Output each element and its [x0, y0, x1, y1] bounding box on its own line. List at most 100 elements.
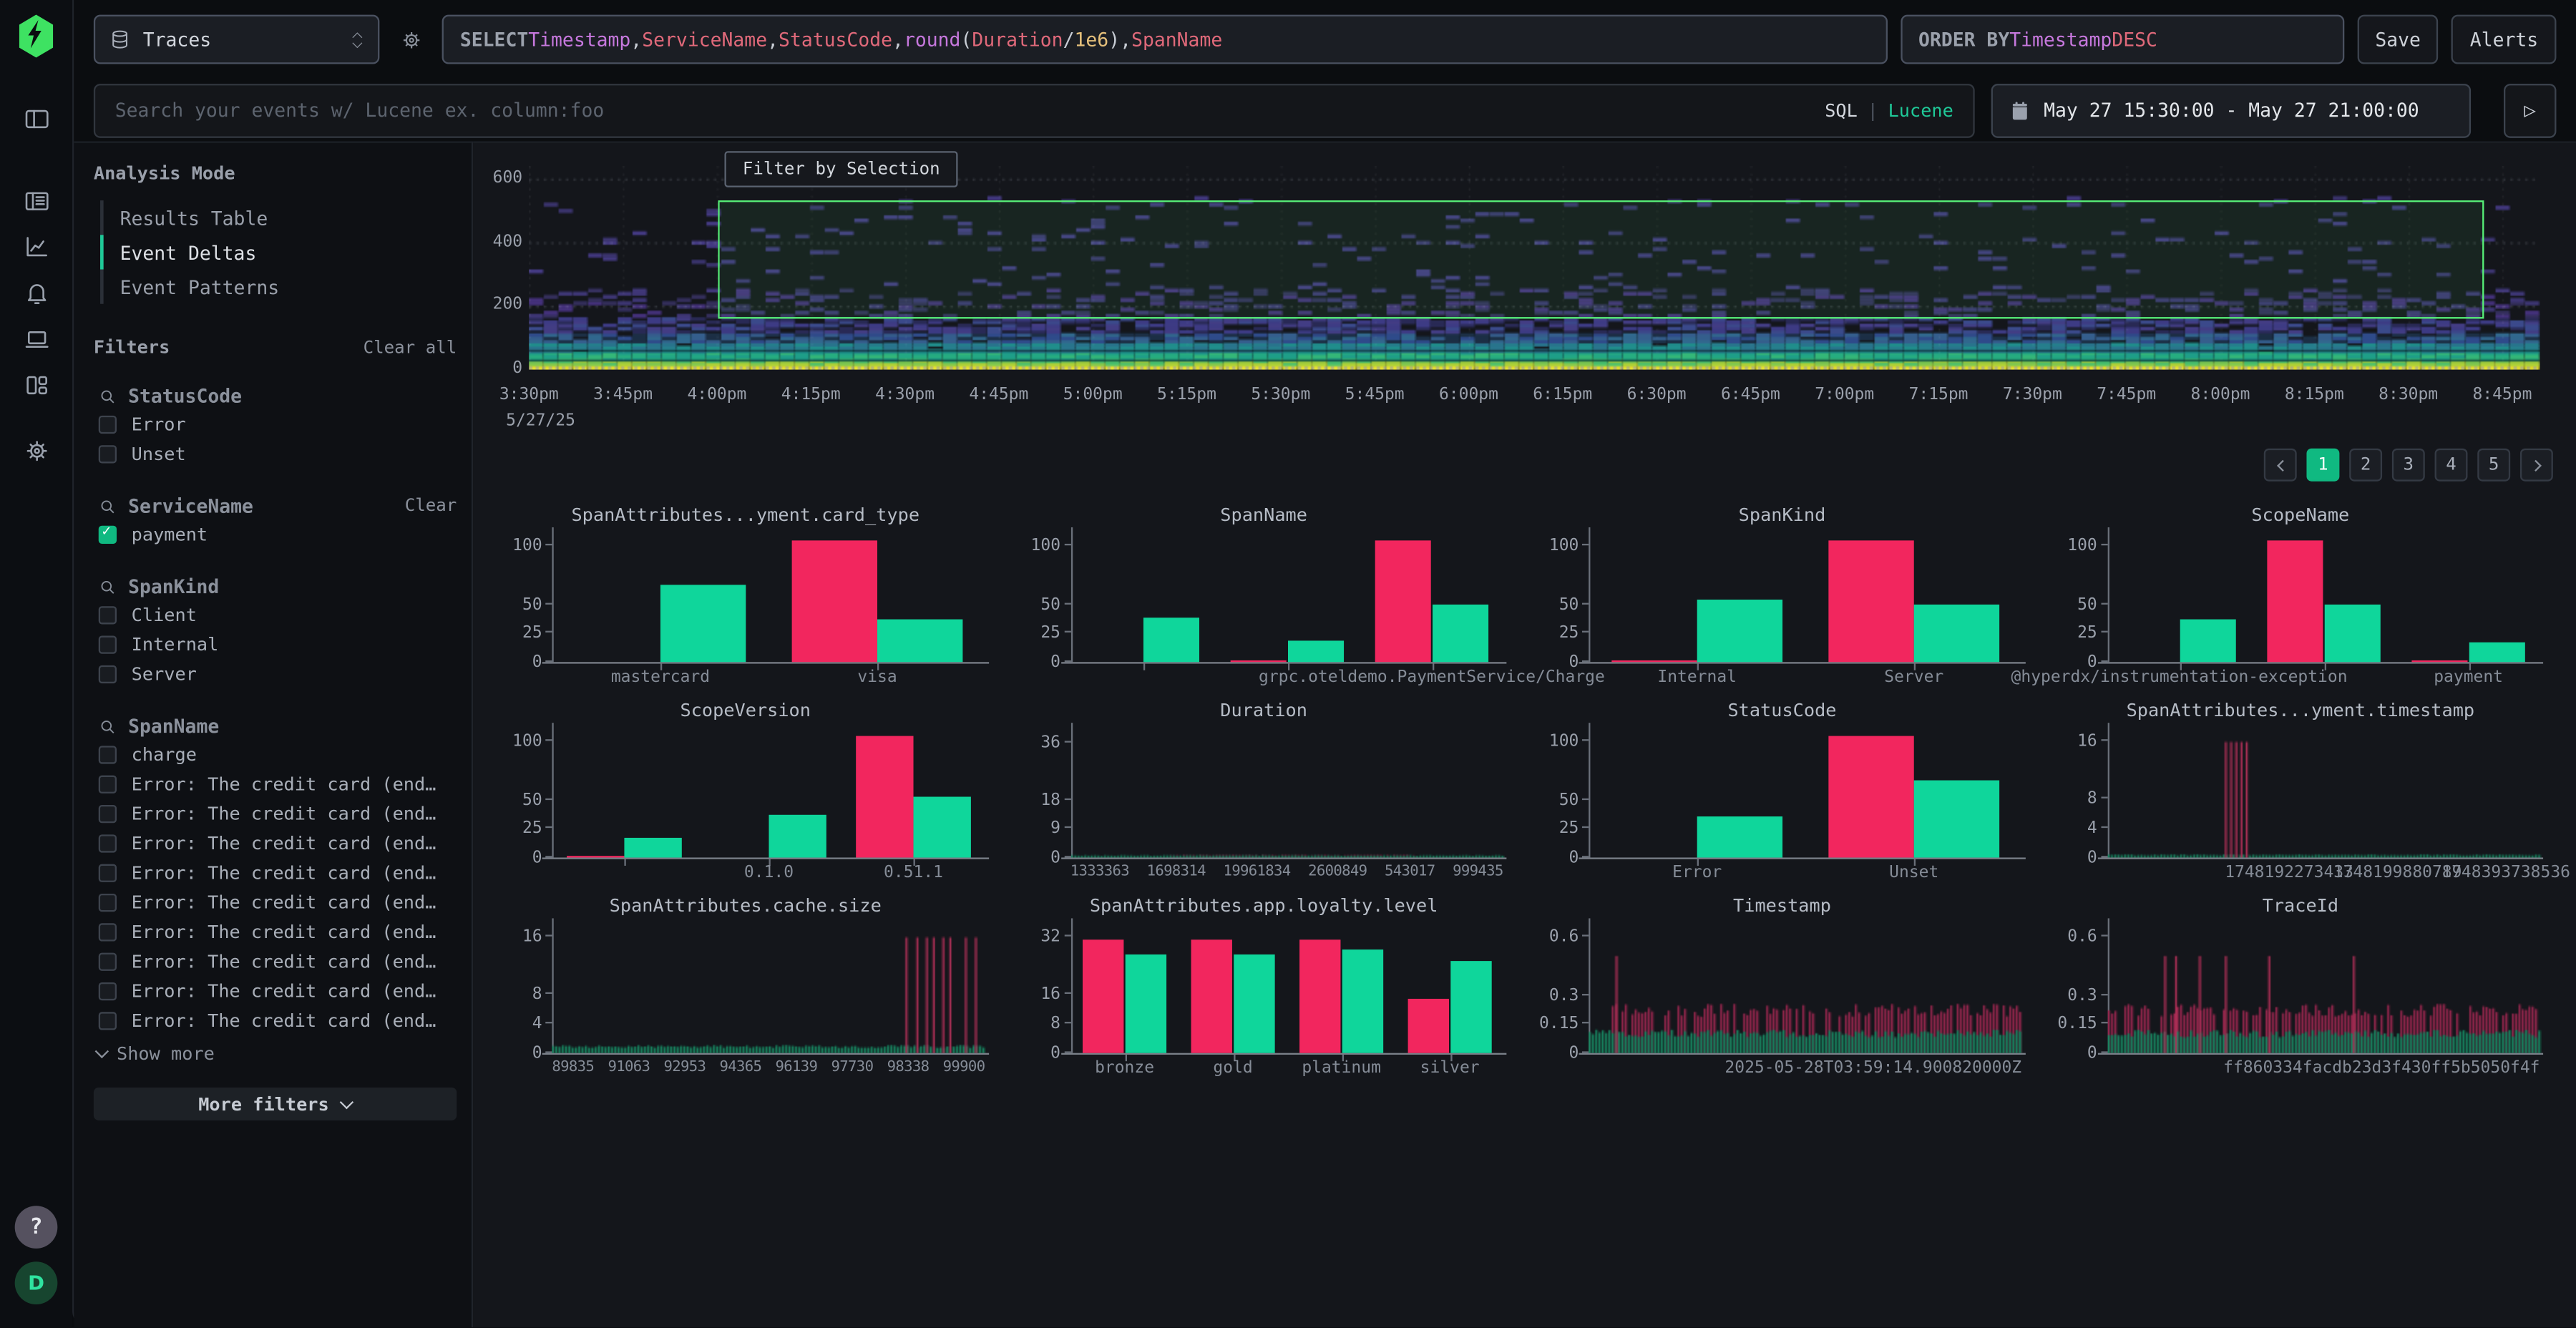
source-settings-button[interactable]: [393, 21, 429, 58]
heatmap-selection-region[interactable]: [718, 201, 2483, 319]
page-button-1[interactable]: 1: [2306, 449, 2339, 482]
analysis-mode-results-table[interactable]: Results Table: [100, 200, 472, 235]
alerts-nav-icon[interactable]: [11, 270, 61, 316]
heatmap-x-tick: 5:00pm: [1063, 386, 1123, 404]
checkbox[interactable]: [99, 444, 117, 462]
chart-explorer-icon[interactable]: [11, 223, 61, 269]
filter-option[interactable]: Error: The credit card (end…: [74, 1005, 472, 1035]
gear-icon: [399, 27, 423, 52]
select-query-input[interactable]: SELECT Timestamp,ServiceName,StatusCode,…: [442, 15, 1888, 64]
page-button-4[interactable]: 4: [2435, 449, 2468, 482]
order-by-input[interactable]: ORDER BY Timestamp DESC: [1901, 15, 2344, 64]
search-icon: [99, 497, 117, 515]
filter-option[interactable]: Error: The credit card (end…: [74, 976, 472, 1005]
analysis-mode-event-patterns[interactable]: Event Patterns: [100, 270, 472, 304]
source-selector[interactable]: Traces: [94, 15, 379, 64]
page-button-3[interactable]: 3: [2392, 449, 2425, 482]
hyperdx-logo-icon[interactable]: [11, 13, 61, 59]
checkbox[interactable]: [99, 665, 117, 683]
filter-option[interactable]: Error: The credit card (end…: [74, 887, 472, 917]
search-input[interactable]: Search your events w/ Lucene ex. column:…: [94, 83, 1975, 137]
user-avatar[interactable]: D: [15, 1261, 58, 1304]
charts-main: Filter by Selection 02004006003:30pm3:45…: [473, 141, 2576, 1327]
search-icon: [99, 577, 117, 595]
page-button-5[interactable]: 5: [2477, 449, 2510, 482]
delta-bar-green: [1697, 817, 1782, 858]
page-prev-button[interactable]: [2264, 449, 2297, 482]
delta-bar-green: [2180, 619, 2236, 662]
chart-title: SpanAttributes...yment.timestamp: [2041, 700, 2560, 723]
help-button[interactable]: ?: [15, 1206, 58, 1249]
run-query-button[interactable]: ▷: [2504, 83, 2556, 137]
heatmap-x-tick: 4:30pm: [875, 386, 935, 404]
show-more-link[interactable]: Show more: [74, 1043, 472, 1065]
checkbox[interactable]: [99, 982, 117, 1000]
lucene-mode-toggle[interactable]: Lucene: [1888, 99, 1953, 121]
filter-option-label: Error: The credit card (end…: [132, 921, 436, 942]
filter-option[interactable]: Unset: [74, 439, 472, 468]
delta-bar-green: [2469, 643, 2525, 663]
y-tick-label: 25: [493, 625, 542, 643]
filter-option[interactable]: Error: The credit card (end…: [74, 857, 472, 887]
filter-option[interactable]: Error: The credit card (end…: [74, 946, 472, 975]
filter-by-selection-button[interactable]: Filter by Selection: [725, 151, 958, 187]
heatmap-x-tick: 6:45pm: [1721, 386, 1780, 404]
content-area: Analysis Mode Results TableEvent DeltasE…: [74, 141, 2576, 1327]
save-button[interactable]: Save: [2357, 15, 2439, 64]
filter-option[interactable]: Error: The credit card (end…: [74, 917, 472, 946]
y-tick-label: 0.3: [1530, 987, 1579, 1005]
mini-chart-7: SpanAttributes...yment.timestamp04816174…: [2041, 700, 2560, 884]
filter-option[interactable]: Error: The credit card (end…: [74, 828, 472, 857]
checkbox[interactable]: [99, 864, 117, 882]
checkbox[interactable]: [99, 525, 117, 543]
delta-bar-green: [1432, 604, 1488, 662]
filter-option[interactable]: Error: [74, 409, 472, 439]
collapse-panel-icon[interactable]: [11, 95, 61, 141]
heatmap-x-tick: 4:45pm: [969, 386, 1028, 404]
filter-option-label: Error: The credit card (end…: [132, 980, 436, 1002]
checkbox[interactable]: [99, 893, 117, 911]
pagination: 12345: [473, 449, 2553, 482]
sql-mode-toggle[interactable]: SQL: [1825, 99, 1858, 121]
checkbox[interactable]: [99, 775, 117, 793]
search-events-icon[interactable]: [11, 177, 61, 223]
settings-nav-icon[interactable]: [11, 427, 61, 473]
filter-option[interactable]: Server: [74, 659, 472, 688]
filter-option[interactable]: Error: The credit card (end…: [74, 799, 472, 828]
x-tick-label: gold: [1213, 1060, 1252, 1078]
dashboards-nav-icon[interactable]: [11, 361, 61, 407]
filter-option[interactable]: charge: [74, 739, 472, 768]
page-button-2[interactable]: 2: [2349, 449, 2382, 482]
sessions-nav-icon[interactable]: [11, 316, 61, 361]
x-tick-label: 2025-05-28T03:59:14.900820000Z: [1724, 1060, 2021, 1078]
more-filters-button[interactable]: More filters: [94, 1088, 457, 1120]
checkbox[interactable]: [99, 922, 117, 940]
analysis-mode-event-deltas[interactable]: Event Deltas: [100, 235, 472, 269]
checkbox[interactable]: [99, 745, 117, 763]
heatmap-x-tick: 7:45pm: [2097, 386, 2156, 404]
alerts-button[interactable]: Alerts: [2452, 15, 2557, 64]
filter-option[interactable]: Error: The credit card (end…: [74, 768, 472, 798]
mini-charts-grid: SpanAttributes...yment.card_type02550100…: [487, 504, 2560, 1080]
clear-all-link[interactable]: Clear all: [364, 338, 457, 358]
y-tick-label: 0: [493, 849, 542, 867]
date-range-picker[interactable]: May 27 15:30:00 - May 27 21:00:00: [1991, 83, 2471, 137]
filter-option[interactable]: Client: [74, 600, 472, 629]
app-window: ? D Traces SELECT Timestamp,ServiceName,S…: [0, 0, 2576, 1327]
checkbox[interactable]: [99, 804, 117, 822]
page-next-button[interactable]: [2520, 449, 2553, 482]
checkbox[interactable]: [99, 1011, 117, 1029]
checkbox[interactable]: [99, 605, 117, 623]
filter-option[interactable]: Internal: [74, 629, 472, 658]
checkbox[interactable]: [99, 635, 117, 653]
checkbox[interactable]: [99, 415, 117, 433]
checkbox[interactable]: [99, 952, 117, 970]
heatmap-x-tick: 6:15pm: [1533, 386, 1592, 404]
chevron-down-icon: [95, 1045, 109, 1058]
top-toolbar: Traces SELECT Timestamp,ServiceName,Stat…: [74, 0, 2576, 79]
y-tick-label: 100: [1530, 537, 1579, 555]
filter-option[interactable]: payment: [74, 519, 472, 549]
heatmap-x-tick: 8:00pm: [2191, 386, 2250, 404]
checkbox[interactable]: [99, 834, 117, 851]
clear-filter-link[interactable]: Clear: [405, 496, 457, 516]
